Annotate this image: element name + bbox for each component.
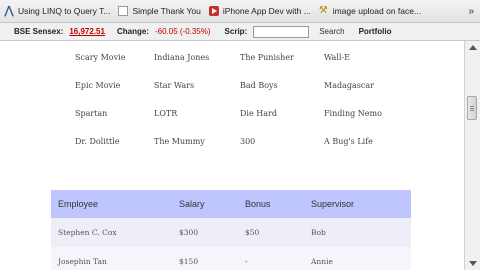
bookmark-image-upload[interactable]: ⚒ image upload on face...	[315, 3, 425, 19]
scrip-input[interactable]	[253, 25, 310, 38]
scrip-label: Scrip:	[224, 27, 248, 36]
cell-supervisor: Annie	[311, 257, 333, 266]
page-icon	[118, 6, 129, 16]
bookmark-simple-thank-you[interactable]: Simple Thank You	[114, 3, 204, 19]
cell-salary: $300	[179, 228, 199, 237]
movie-item: Madagascar	[324, 81, 374, 90]
table-row: Josephin Tan $150 - Annie	[51, 247, 411, 270]
stock-ticker-bar: BSE Sensex: 16,972.51 Change: -60.05 (-0…	[0, 23, 480, 41]
movie-item: The Mummy	[154, 137, 205, 146]
linq-icon: ⋀	[4, 5, 14, 17]
grip-line	[470, 110, 474, 111]
movie-item: The Punisher	[240, 53, 294, 62]
column-header-bonus: Bonus	[245, 199, 271, 209]
movie-item: Die Hard	[240, 109, 277, 118]
movie-item: Star Wars	[154, 81, 195, 90]
bookmark-linq[interactable]: ⋀ Using LINQ to Query T...	[0, 3, 114, 19]
scroll-down-arrow-icon[interactable]	[469, 261, 477, 266]
movie-item: Scary Movie	[75, 53, 126, 62]
cell-bonus: $50	[245, 228, 260, 237]
bookmarks-bar: ⋀ Using LINQ to Query T... Simple Thank …	[0, 0, 480, 23]
column-header-supervisor: Supervisor	[311, 199, 355, 209]
column-header-salary: Salary	[179, 199, 205, 209]
movie-item: LOTR	[154, 109, 178, 118]
change-value: -60.05 (-0.35%)	[154, 27, 211, 36]
scrollbar-thumb[interactable]	[467, 96, 477, 120]
movie-item: Dr. Dolittle	[75, 137, 120, 146]
bookmark-label: image upload on face...	[332, 6, 422, 16]
bookmarks-overflow-chevron-icon[interactable]: »	[468, 6, 480, 17]
cell-bonus: -	[245, 257, 248, 266]
cell-supervisor: Bob	[311, 228, 326, 237]
sensex-value-link[interactable]: 16,972.51	[69, 27, 105, 36]
image-icon: ⚒	[318, 5, 328, 16]
page-content: Scary Movie Indiana Jones The Punisher W…	[0, 41, 464, 270]
bookmark-label: Simple Thank You	[132, 6, 201, 16]
portfolio-link[interactable]: Portfolio	[359, 27, 392, 36]
movie-item: Finding Nemo	[324, 109, 382, 118]
cell-employee: Stephen C. Cox	[58, 228, 117, 237]
grip-line	[470, 108, 474, 109]
employee-table: Employee Salary Bonus Supervisor Stephen…	[51, 190, 411, 270]
movie-item: Wall-E	[324, 53, 350, 62]
bookmark-label: Using LINQ to Query T...	[18, 6, 111, 16]
grip-line	[470, 106, 474, 107]
cell-employee: Josephin Tan	[58, 257, 107, 266]
search-button[interactable]: Search	[319, 27, 344, 36]
bookmark-iphone-app-dev[interactable]: iPhone App Dev with ...	[205, 3, 315, 19]
movie-item: A Bug's Life	[324, 137, 373, 146]
table-row: Stephen C. Cox $300 $50 Bob	[51, 218, 411, 247]
scroll-up-arrow-icon[interactable]	[469, 45, 477, 50]
movie-item: Spartan	[75, 109, 108, 118]
bookmark-label: iPhone App Dev with ...	[222, 6, 311, 16]
movie-item: Bad Boys	[240, 81, 278, 90]
sensex-label: BSE Sensex:	[14, 27, 64, 36]
movie-item: Indiana Jones	[154, 53, 210, 62]
vertical-scrollbar[interactable]	[464, 41, 480, 270]
cell-salary: $150	[179, 257, 199, 266]
movie-item: 300	[240, 137, 256, 146]
column-header-employee: Employee	[58, 199, 99, 209]
youtube-icon	[208, 6, 219, 16]
change-label: Change:	[116, 27, 149, 36]
table-header-row: Employee Salary Bonus Supervisor	[51, 190, 411, 218]
movie-item: Epic Movie	[75, 81, 121, 90]
